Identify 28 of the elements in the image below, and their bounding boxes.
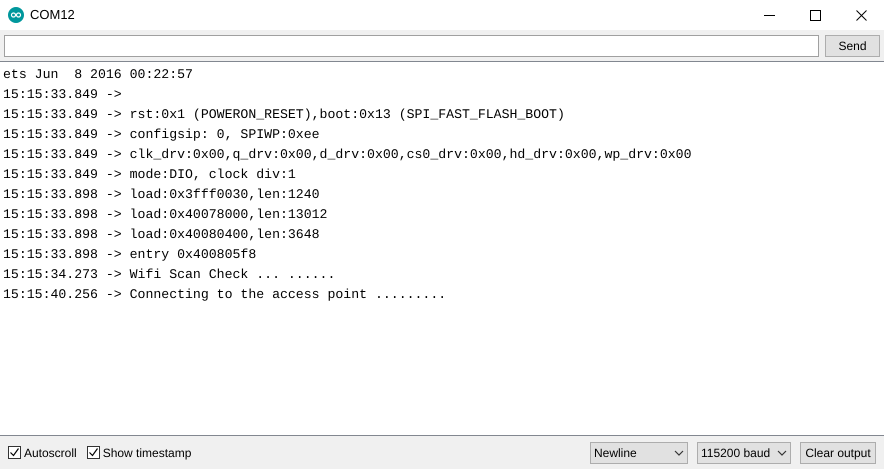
window-title: COM12 <box>30 6 75 24</box>
checkbox[interactable] <box>8 446 21 459</box>
app-logo-icon <box>8 7 24 23</box>
log-line: 15:15:40.256 -> Connecting to the access point ......... <box>3 286 448 304</box>
log-line: 15:15:33.849 -> <box>3 86 123 104</box>
send-button[interactable]: Send <box>825 34 880 56</box>
line-ending-dropdown[interactable]: Newline <box>590 442 688 464</box>
close-icon <box>856 10 866 20</box>
log-line: 15:15:33.849 -> rst:0x1 (POWERON_RESET),boot:0x13 (SPI_FAST_FLASH_BOOT) <box>3 106 566 124</box>
log-line: 15:15:33.849 -> configsip: 0, SPIWP:0xee <box>3 126 321 144</box>
log-line: 15:15:33.898 -> entry 0x400805f8 <box>3 246 258 264</box>
log-line: 15:15:33.898 -> load:0x3fff0030,len:1240 <box>3 186 321 204</box>
checkbox-label: Show timestamp <box>102 444 192 462</box>
send-field[interactable] <box>4 34 819 56</box>
log-line: 15:15:33.849 -> clk_drv:0x00,q_drv:0x00,d_drv:0x00,cs0_drv:0x00,hd_drv:0x00,wp_drv:0x00 <box>3 146 692 164</box>
minimize-icon <box>764 14 774 16</box>
chevron-down-icon <box>674 450 684 456</box>
baud-dropdown[interactable]: 115200 baud <box>697 442 791 464</box>
chevron-down-icon <box>777 450 787 456</box>
log-line: 15:15:33.898 -> load:0x40080400,len:3648 <box>3 226 321 244</box>
checkbox-label: Autoscroll <box>24 444 77 462</box>
log-line: 15:15:34.273 -> Wifi Scan Check ... ...... <box>3 266 336 284</box>
clear-output-button[interactable]: Clear output <box>800 442 876 464</box>
checkbox[interactable] <box>86 446 100 459</box>
log-line: ets Jun 8 2016 00:22:57 <box>3 66 194 84</box>
log-line: 15:15:33.849 -> mode:DIO, clock div:1 <box>3 166 297 184</box>
log-line: 15:15:33.898 -> load:0x40078000,len:13012 <box>3 206 328 224</box>
maximize-icon <box>810 10 820 20</box>
